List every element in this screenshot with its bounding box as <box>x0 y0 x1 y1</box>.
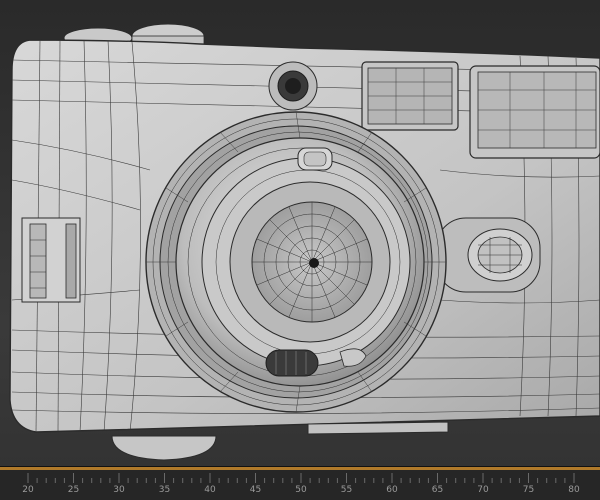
3d-viewport[interactable] <box>0 0 600 466</box>
side-button <box>435 217 541 293</box>
timeline-tick-labels: 20 25 30 35 40 45 50 55 60 65 70 75 80 <box>0 485 600 499</box>
timeline-tick-label: 45 <box>249 485 262 495</box>
timeline-ticks <box>27 473 575 483</box>
timeline-tick-label: 55 <box>340 485 353 495</box>
timeline-tick-label: 20 <box>22 485 34 495</box>
lens-sensor-top <box>297 147 333 171</box>
timeline-tick-label: 60 <box>386 485 398 495</box>
timeline-tick-label: 25 <box>67 485 80 495</box>
self-timer-lens <box>268 61 318 111</box>
timeline-tick-label: 30 <box>113 485 125 495</box>
timeline-tick-label: 65 <box>431 485 444 495</box>
camera-wireframe-model <box>9 23 600 461</box>
timeline-tick-label: 75 <box>522 485 535 495</box>
timeline-tick-label: 80 <box>568 485 580 495</box>
timeline-tick-label: 50 <box>295 485 307 495</box>
modeling-app: 20 25 30 35 40 45 50 55 60 65 70 75 80 <box>0 0 600 500</box>
timeline-ruler[interactable]: 20 25 30 35 40 45 50 55 60 65 70 75 80 <box>0 466 600 500</box>
strap-lug <box>21 217 81 303</box>
timeline-tick-label: 40 <box>204 485 216 495</box>
timeline-accent-bar <box>0 467 600 470</box>
timeline-tick-label: 35 <box>158 485 171 495</box>
timeline-tick-label: 70 <box>477 485 489 495</box>
